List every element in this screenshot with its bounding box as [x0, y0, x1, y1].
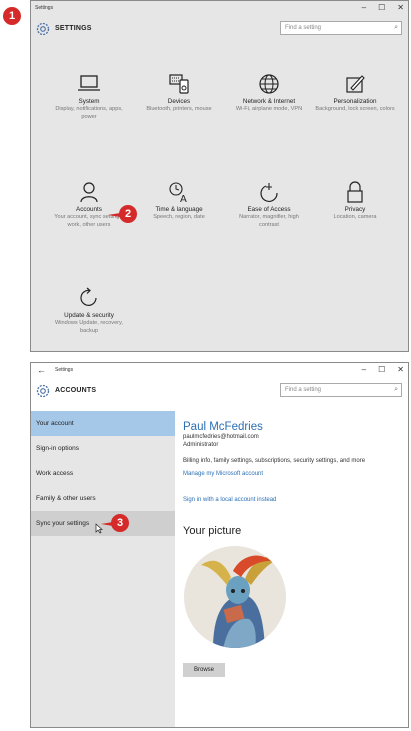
- step-badge-3: 3: [111, 514, 129, 532]
- user-name: Paul McFedries: [183, 421, 263, 433]
- category-ease-of-access[interactable]: Ease of Access Narrator, magnifier, high…: [229, 181, 309, 229]
- gear-icon: [36, 22, 50, 36]
- browse-button[interactable]: Browse: [183, 663, 225, 677]
- maximize-button[interactable]: ☐: [378, 3, 385, 12]
- user-role: Administrator: [183, 442, 219, 448]
- page-title: SETTINGS: [55, 25, 92, 32]
- back-arrow-icon[interactable]: ←: [37, 365, 46, 375]
- lock-icon: [347, 181, 363, 203]
- globe-icon: [259, 74, 279, 94]
- category-accounts[interactable]: Accounts Your account, sync settings, wo…: [49, 181, 129, 229]
- category-network[interactable]: Network & Internet Wi-Fi, airplane mode,…: [229, 73, 309, 114]
- picture-heading: Your picture: [183, 525, 242, 537]
- ease-of-access-icon: [260, 183, 278, 202]
- step-badge-2: 2: [119, 205, 137, 223]
- title-bar: ← Settings – ☐ ✕: [31, 363, 408, 379]
- accounts-window: ← Settings – ☐ ✕ ACCOUNTS Find a setting…: [30, 362, 409, 728]
- billing-info: Billing info, family settings, subscript…: [183, 458, 366, 464]
- personalization-icon: [346, 75, 365, 93]
- sidebar-item-family-other-users[interactable]: Family & other users: [31, 486, 175, 511]
- step-badge-1: 1: [3, 7, 21, 25]
- maximize-button[interactable]: ☐: [378, 365, 385, 374]
- update-icon: [80, 287, 97, 306]
- category-system[interactable]: System Display, notifications, apps, pow…: [49, 73, 129, 121]
- search-input[interactable]: Find a setting ⌕: [280, 21, 402, 35]
- sidebar-item-work-access[interactable]: Work access: [31, 461, 175, 486]
- category-time-language[interactable]: A Time & language Speech, region, date: [139, 181, 219, 222]
- window-title: Settings: [55, 367, 74, 373]
- title-bar: Settings – ☐ ✕: [31, 1, 408, 17]
- category-personalization[interactable]: Personalization Background, lock screen,…: [315, 73, 395, 114]
- account-content: Paul McFedries paulmcfedries@hotmail.com…: [183, 411, 408, 727]
- search-icon: ⌕: [394, 386, 398, 393]
- sidebar-item-your-account[interactable]: Your account: [31, 411, 175, 436]
- settings-header: SETTINGS Find a setting ⌕: [31, 17, 408, 41]
- laptop-icon: [78, 75, 100, 91]
- time-language-icon: A: [169, 182, 187, 203]
- search-icon: ⌕: [394, 24, 398, 31]
- close-button[interactable]: ✕: [397, 3, 404, 12]
- user-email: paulmcfedries@hotmail.com: [183, 434, 259, 440]
- account-picture: [184, 546, 286, 648]
- minimize-button[interactable]: –: [362, 3, 366, 12]
- settings-window: Settings – ☐ ✕ SETTINGS Find a setting ⌕…: [30, 0, 409, 352]
- accounts-sidebar: Your account Sign-in options Work access…: [31, 411, 175, 727]
- accounts-header: ACCOUNTS Find a setting ⌕: [31, 379, 408, 403]
- person-icon: [80, 182, 98, 203]
- page-title: ACCOUNTS: [55, 387, 97, 394]
- category-privacy[interactable]: Privacy Location, camera: [315, 181, 395, 222]
- manage-account-link[interactable]: Manage my Microsoft account: [183, 471, 408, 477]
- svg-text:A: A: [180, 194, 187, 203]
- local-account-link[interactable]: Sign in with a local account instead: [183, 497, 408, 503]
- category-devices[interactable]: Devices Bluetooth, printers, mouse: [139, 73, 219, 114]
- category-update-security[interactable]: Update & security Windows Update, recove…: [49, 287, 129, 335]
- devices-icon: [169, 74, 189, 94]
- gear-icon: [36, 384, 50, 398]
- sidebar-item-sign-in-options[interactable]: Sign-in options: [31, 436, 175, 461]
- window-title: Settings: [35, 5, 54, 11]
- close-button[interactable]: ✕: [397, 365, 404, 374]
- search-input[interactable]: Find a setting ⌕: [280, 383, 402, 397]
- minimize-button[interactable]: –: [362, 365, 366, 374]
